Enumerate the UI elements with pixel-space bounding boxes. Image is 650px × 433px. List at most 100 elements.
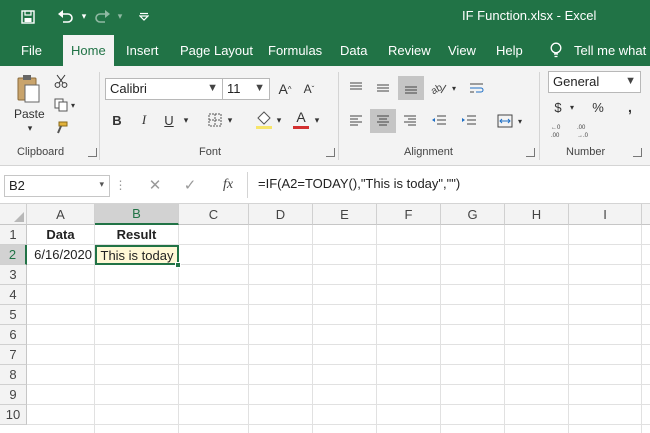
column-header-g[interactable]: G [441, 204, 505, 225]
row-header-9[interactable]: 9 [0, 385, 27, 405]
cell-a1[interactable]: Data [27, 225, 95, 245]
copy-icon[interactable] [52, 96, 70, 114]
group-divider [338, 72, 339, 160]
percent-icon[interactable]: % [590, 98, 606, 116]
row-header-8[interactable]: 8 [0, 365, 27, 385]
column-header-h[interactable]: H [505, 204, 569, 225]
borders-icon[interactable] [206, 111, 224, 129]
tell-me-search[interactable]: Tell me what y [574, 43, 650, 58]
underline-icon[interactable]: U [160, 111, 178, 129]
bold-icon[interactable]: B [108, 111, 126, 129]
bottom-align-icon[interactable] [398, 76, 424, 100]
tab-review[interactable]: Review [388, 43, 431, 58]
align-right-icon[interactable] [400, 111, 420, 131]
tab-formulas[interactable]: Formulas [268, 43, 322, 58]
enter-icon[interactable]: ✓ [180, 175, 200, 195]
comma-style-icon[interactable]: , [622, 98, 638, 116]
column-header-a[interactable]: A [27, 204, 95, 225]
tab-data[interactable]: Data [340, 43, 367, 58]
font-size-select[interactable]: 11 ▼ [222, 78, 270, 100]
row-header-2[interactable]: 2 [0, 245, 27, 265]
top-align-icon[interactable] [346, 78, 366, 98]
svg-text:←0: ←0 [551, 125, 561, 131]
formula-divider [247, 172, 248, 198]
row-header-6[interactable]: 6 [0, 325, 27, 345]
tab-insert[interactable]: Insert [126, 43, 159, 58]
font-color-icon[interactable]: A [292, 108, 310, 130]
decrease-decimal-icon[interactable]: .00 →.0 [576, 120, 596, 140]
decrease-indent-icon[interactable] [428, 111, 450, 131]
italic-icon[interactable]: I [135, 111, 153, 129]
row-header-5[interactable]: 5 [0, 305, 27, 325]
number-launcher-icon[interactable] [633, 148, 642, 157]
column-header-j[interactable] [642, 204, 650, 225]
paste-label[interactable]: Paste [14, 107, 45, 121]
fill-color-icon[interactable] [254, 109, 274, 131]
select-all-button[interactable] [0, 204, 27, 225]
formula-input[interactable]: =IF(A2=TODAY(),"This is today","") [258, 176, 460, 191]
undo-icon[interactable] [52, 0, 78, 33]
decrease-font-size-icon[interactable]: Aˇ [300, 80, 318, 98]
increase-font-size-icon[interactable]: A ^ [276, 80, 294, 98]
increase-indent-icon[interactable] [458, 111, 480, 131]
redo-icon[interactable] [91, 0, 115, 33]
tab-help[interactable]: Help [496, 43, 523, 58]
resize-handle-icon[interactable]: ⋮ [115, 176, 127, 194]
save-icon[interactable] [16, 0, 40, 33]
column-header-e[interactable]: E [313, 204, 377, 225]
align-center-icon[interactable] [370, 109, 396, 133]
paste-icon[interactable] [12, 72, 44, 106]
chevron-down-icon: ▼ [254, 82, 265, 94]
merge-center-icon[interactable] [494, 111, 516, 131]
wrap-text-icon[interactable] [466, 78, 488, 98]
merge-dropdown-icon[interactable]: ▾ [516, 114, 524, 128]
format-painter-icon[interactable] [52, 119, 70, 137]
paste-dropdown-icon[interactable]: ▾ [25, 123, 35, 133]
borders-dropdown-icon[interactable]: ▾ [225, 112, 235, 128]
column-header-b[interactable]: B [95, 204, 179, 225]
row-header-7[interactable]: 7 [0, 345, 27, 365]
row-header-10[interactable]: 10 [0, 405, 27, 425]
tab-view[interactable]: View [448, 43, 476, 58]
tab-page-layout[interactable]: Page Layout [180, 43, 253, 58]
insert-function-icon[interactable]: fx [218, 175, 238, 195]
name-box[interactable]: B2 ▾ [4, 175, 110, 197]
alignment-group-label: Alignment [404, 146, 453, 158]
font-launcher-icon[interactable] [326, 148, 335, 157]
group-divider [539, 72, 540, 160]
redo-dropdown-icon[interactable]: ▾ [115, 0, 125, 33]
align-left-icon[interactable] [346, 111, 366, 131]
orientation-dropdown-icon[interactable]: ▾ [450, 81, 458, 95]
font-name-select[interactable]: Calibri ▼ [105, 78, 223, 100]
orientation-icon[interactable]: ab [428, 78, 450, 98]
currency-dropdown-icon[interactable]: ▾ [568, 100, 576, 114]
clipboard-launcher-icon[interactable] [88, 148, 97, 157]
row-header-3[interactable]: 3 [0, 265, 27, 285]
tab-home[interactable]: Home [63, 35, 114, 66]
middle-align-icon[interactable] [373, 78, 393, 98]
cell-b2[interactable]: This is today [95, 245, 179, 265]
increase-decimal-icon[interactable]: ←0.00 [550, 120, 570, 140]
copy-dropdown-icon[interactable]: ▾ [69, 100, 77, 110]
font-color-dropdown-icon[interactable]: ▾ [312, 112, 322, 128]
underline-dropdown-icon[interactable]: ▾ [181, 112, 191, 128]
fill-handle[interactable] [175, 262, 181, 268]
alignment-launcher-icon[interactable] [526, 148, 535, 157]
currency-icon[interactable]: $ [550, 98, 566, 116]
undo-dropdown-icon[interactable]: ▾ [78, 0, 90, 33]
fill-color-dropdown-icon[interactable]: ▾ [274, 112, 284, 128]
tab-file[interactable]: File [21, 43, 42, 58]
customize-qat-icon[interactable] [136, 0, 152, 33]
cell-a2[interactable]: 6/16/2020 [27, 245, 95, 265]
column-header-d[interactable]: D [249, 204, 313, 225]
row-header-1[interactable]: 1 [0, 225, 27, 245]
cut-icon[interactable] [52, 72, 70, 90]
column-header-f[interactable]: F [377, 204, 441, 225]
svg-text:→.0: →.0 [577, 133, 589, 138]
row-header-4[interactable]: 4 [0, 285, 27, 305]
cell-b1[interactable]: Result [95, 225, 179, 245]
number-format-select[interactable]: General ▼ [548, 71, 641, 93]
cancel-icon[interactable]: ✕ [145, 175, 165, 195]
column-header-c[interactable]: C [179, 204, 249, 225]
column-header-i[interactable]: I [569, 204, 642, 225]
